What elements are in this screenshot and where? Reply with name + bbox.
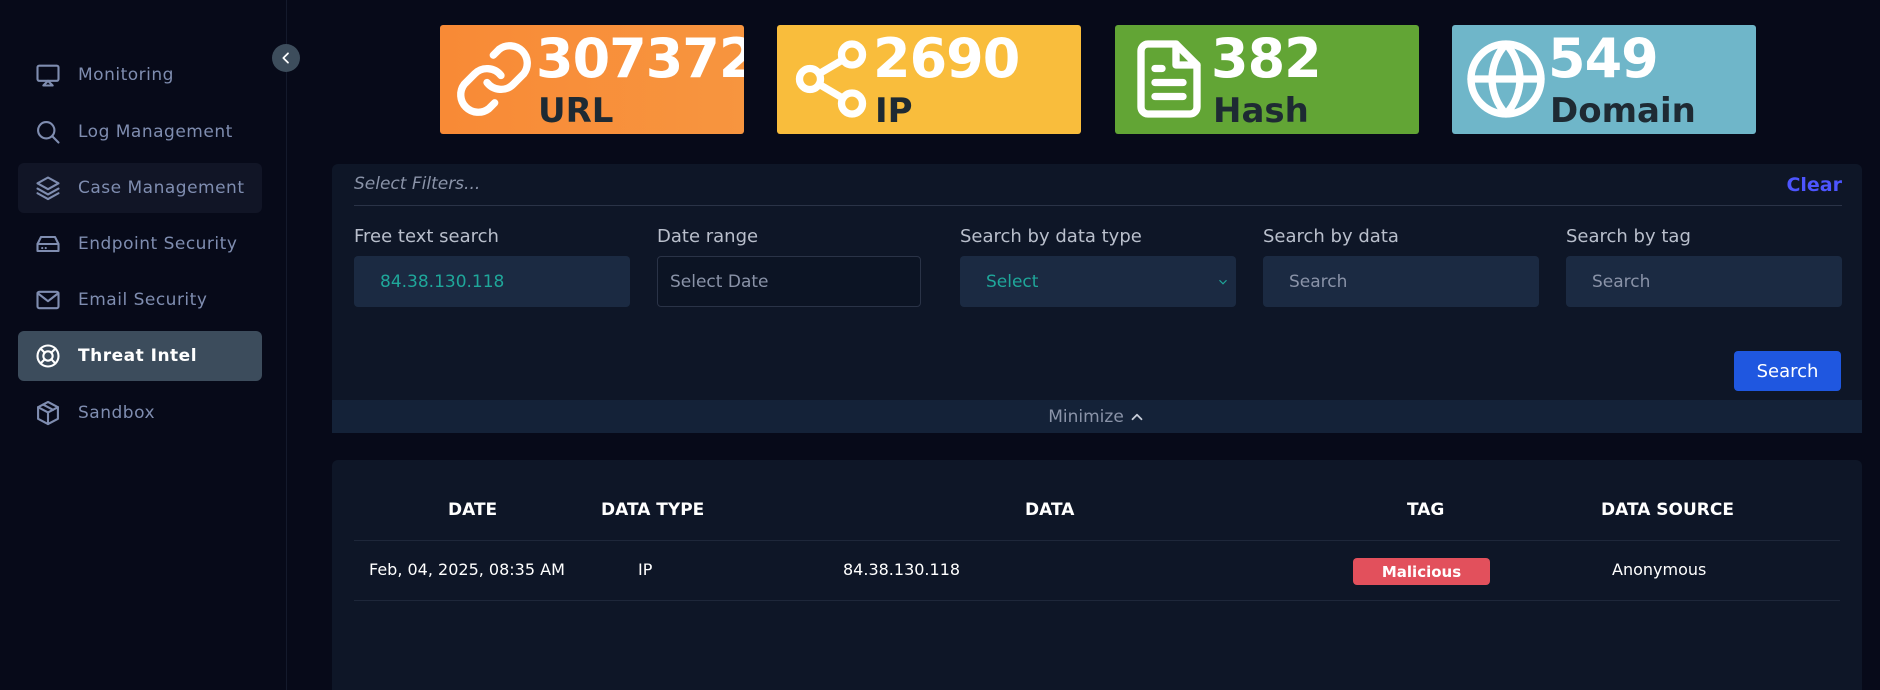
search-by-tag-input[interactable]: Search: [1566, 256, 1842, 307]
stat-label: URL: [538, 91, 614, 131]
minimize-label: Minimize: [1048, 406, 1124, 427]
link-icon: [452, 37, 536, 121]
date-range-input[interactable]: Select Date: [657, 256, 921, 307]
cell-data-source: Anonymous: [1612, 560, 1707, 579]
search-by-data-placeholder: Search: [1289, 271, 1348, 292]
globe-icon: [1464, 37, 1548, 121]
sidebar-item-label: Endpoint Security: [78, 234, 238, 254]
header-divider: [354, 540, 1840, 541]
cell-data-type: IP: [638, 560, 653, 579]
clear-button[interactable]: Clear: [1786, 174, 1842, 196]
sidebar: Monitoring Log Management Case Managemen…: [0, 0, 300, 690]
date-range-placeholder: Select Date: [670, 271, 769, 292]
chevron-up-icon: [1131, 413, 1143, 420]
stat-label: Hash: [1213, 91, 1309, 131]
column-header-data-type[interactable]: DATA TYPE: [601, 500, 704, 520]
chevron-down-icon: [1216, 274, 1230, 288]
free-text-search-input[interactable]: 84.38.130.118: [354, 256, 630, 307]
stat-card-ip: 2690 IP: [777, 25, 1081, 134]
sidebar-item-label: Monitoring: [78, 65, 174, 85]
minimize-toggle[interactable]: Minimize: [332, 400, 1862, 433]
file-text-icon: [1127, 37, 1211, 121]
stat-card-hash: 382 Hash: [1115, 25, 1419, 134]
hard-drive-icon: [32, 228, 64, 260]
box-icon: [32, 397, 64, 429]
sidebar-item-label: Sandbox: [78, 403, 156, 423]
sidebar-item-case-management[interactable]: Case Management: [18, 163, 262, 213]
stat-label: Domain: [1550, 91, 1696, 131]
layers-icon: [32, 172, 64, 204]
tag-badge-malicious: Malicious: [1353, 558, 1490, 585]
data-type-select[interactable]: Select: [960, 256, 1236, 307]
sidebar-item-monitoring[interactable]: Monitoring: [18, 50, 262, 100]
search-button[interactable]: Search: [1734, 351, 1841, 391]
data-type-selected-value: Select: [986, 271, 1039, 292]
stat-card-url: 307372 URL: [440, 25, 744, 134]
search-by-tag-label: Search by tag: [1566, 226, 1691, 247]
sidebar-item-label: Email Security: [78, 290, 208, 310]
sidebar-item-log-management[interactable]: Log Management: [18, 107, 262, 157]
sidebar-item-sandbox[interactable]: Sandbox: [18, 388, 262, 438]
sidebar-item-threat-intel[interactable]: Threat Intel: [18, 331, 262, 381]
sidebar-item-label: Case Management: [78, 178, 245, 198]
divider: [354, 205, 1842, 206]
data-type-label: Search by data type: [960, 226, 1142, 247]
results-table: DATE DATA TYPE DATA TAG DATA SOURCE Feb,…: [332, 460, 1862, 690]
select-filters-placeholder[interactable]: Select Filters...: [354, 174, 480, 194]
column-header-data[interactable]: DATA: [1025, 500, 1074, 520]
column-header-data-source[interactable]: DATA SOURCE: [1601, 500, 1734, 520]
search-by-tag-placeholder: Search: [1592, 271, 1651, 292]
sidebar-item-email-security[interactable]: Email Security: [18, 275, 262, 325]
search-icon: [32, 116, 64, 148]
stat-card-domain: 549 Domain: [1452, 25, 1756, 134]
sidebar-item-endpoint-security[interactable]: Endpoint Security: [18, 219, 262, 269]
chevron-left-icon: [282, 52, 289, 64]
search-by-data-input[interactable]: Search: [1263, 256, 1539, 307]
stat-value: 382: [1211, 27, 1322, 90]
free-text-search-label: Free text search: [354, 226, 499, 247]
stat-value: 549: [1548, 27, 1659, 90]
date-range-label: Date range: [657, 226, 759, 247]
monitor-icon: [32, 59, 64, 91]
cell-data: 84.38.130.118: [843, 560, 961, 579]
column-header-date[interactable]: DATE: [448, 500, 497, 520]
search-by-data-label: Search by data: [1263, 226, 1399, 247]
sidebar-item-label: Threat Intel: [78, 346, 198, 366]
life-buoy-icon: [32, 340, 64, 372]
stat-value: 307372: [536, 27, 744, 90]
sidebar-item-label: Log Management: [78, 122, 233, 142]
mail-icon: [32, 284, 64, 316]
filter-panel: Select Filters... Clear Free text search…: [332, 164, 1862, 433]
share-icon: [789, 37, 873, 121]
cell-date: Feb, 04, 2025, 08:35 AM: [369, 560, 565, 579]
row-divider: [354, 600, 1840, 601]
free-text-search-value: 84.38.130.118: [380, 271, 505, 292]
stat-label: IP: [875, 91, 913, 131]
column-header-tag[interactable]: TAG: [1407, 500, 1444, 520]
stat-value: 2690: [873, 27, 1020, 90]
sidebar-collapse-button[interactable]: [272, 44, 300, 72]
